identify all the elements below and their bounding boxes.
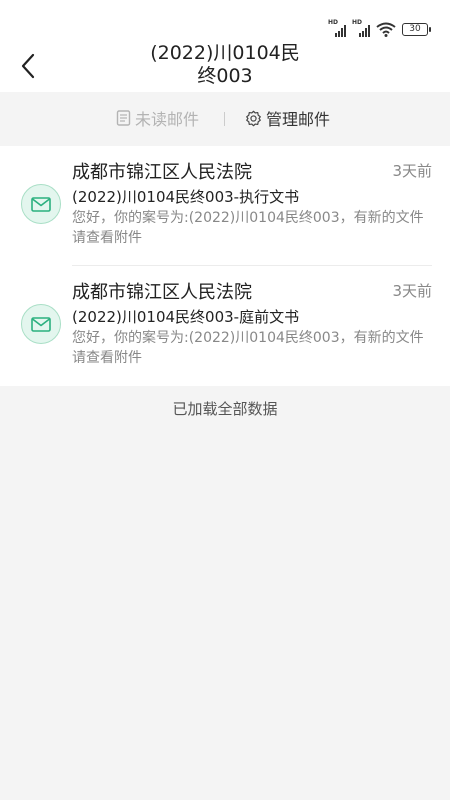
unread-mail-label: 未读邮件 <box>135 110 200 129</box>
envelope-icon <box>21 304 61 344</box>
mail-subject: (2022)川0104民终003-执行文书 <box>72 188 300 206</box>
wifi-icon <box>376 22 396 37</box>
back-button[interactable] <box>14 48 42 84</box>
chevron-left-icon <box>21 53 35 79</box>
unread-mail-button[interactable]: 未读邮件 <box>116 92 199 144</box>
manage-mail-label: 管理邮件 <box>266 110 331 129</box>
battery-icon: 30 <box>402 23 431 36</box>
signal-hd-icon: HD <box>352 19 370 37</box>
mail-time: 3天前 <box>392 162 432 180</box>
mail-preview: 您好，你的案号为:(2022)川0104民终003，有新的文件请查看附件 <box>72 210 424 246</box>
list-item[interactable]: 成都市锦江区人民法院 3天前 (2022)川0104民终003-执行文书 您好，… <box>0 146 450 266</box>
document-icon <box>116 110 131 126</box>
load-complete-note: 已加载全部数据 <box>172 400 278 418</box>
status-bar: HD HD 30 <box>0 0 450 40</box>
mail-time: 3天前 <box>392 282 432 300</box>
mail-subject: (2022)川0104民终003-庭前文书 <box>72 308 300 326</box>
toolbar: 未读邮件 管理邮件 <box>0 92 450 144</box>
gear-icon <box>246 110 261 126</box>
toolbar-divider <box>224 112 225 126</box>
mail-sender: 成都市锦江区人民法院 <box>72 282 252 303</box>
signal-hd-icon: HD <box>328 19 346 37</box>
mail-preview: 您好，你的案号为:(2022)川0104民终003，有新的文件请查看附件 <box>72 330 424 366</box>
mail-list: 成都市锦江区人民法院 3天前 (2022)川0104民终003-执行文书 您好，… <box>0 146 450 386</box>
page-title-line1: (2022)川0104民 <box>150 42 300 64</box>
mail-sender: 成都市锦江区人民法院 <box>72 162 252 183</box>
manage-mail-button[interactable]: 管理邮件 <box>245 92 330 144</box>
header: (2022)川0104民 终003 <box>0 40 450 92</box>
page-title-line2: 终003 <box>197 65 253 87</box>
status-icons: HD HD 30 <box>328 19 431 37</box>
list-item[interactable]: 成都市锦江区人民法院 3天前 (2022)川0104民终003-庭前文书 您好，… <box>0 266 450 386</box>
envelope-icon <box>21 184 61 224</box>
page-title: (2022)川0104民 终003 <box>100 42 350 88</box>
